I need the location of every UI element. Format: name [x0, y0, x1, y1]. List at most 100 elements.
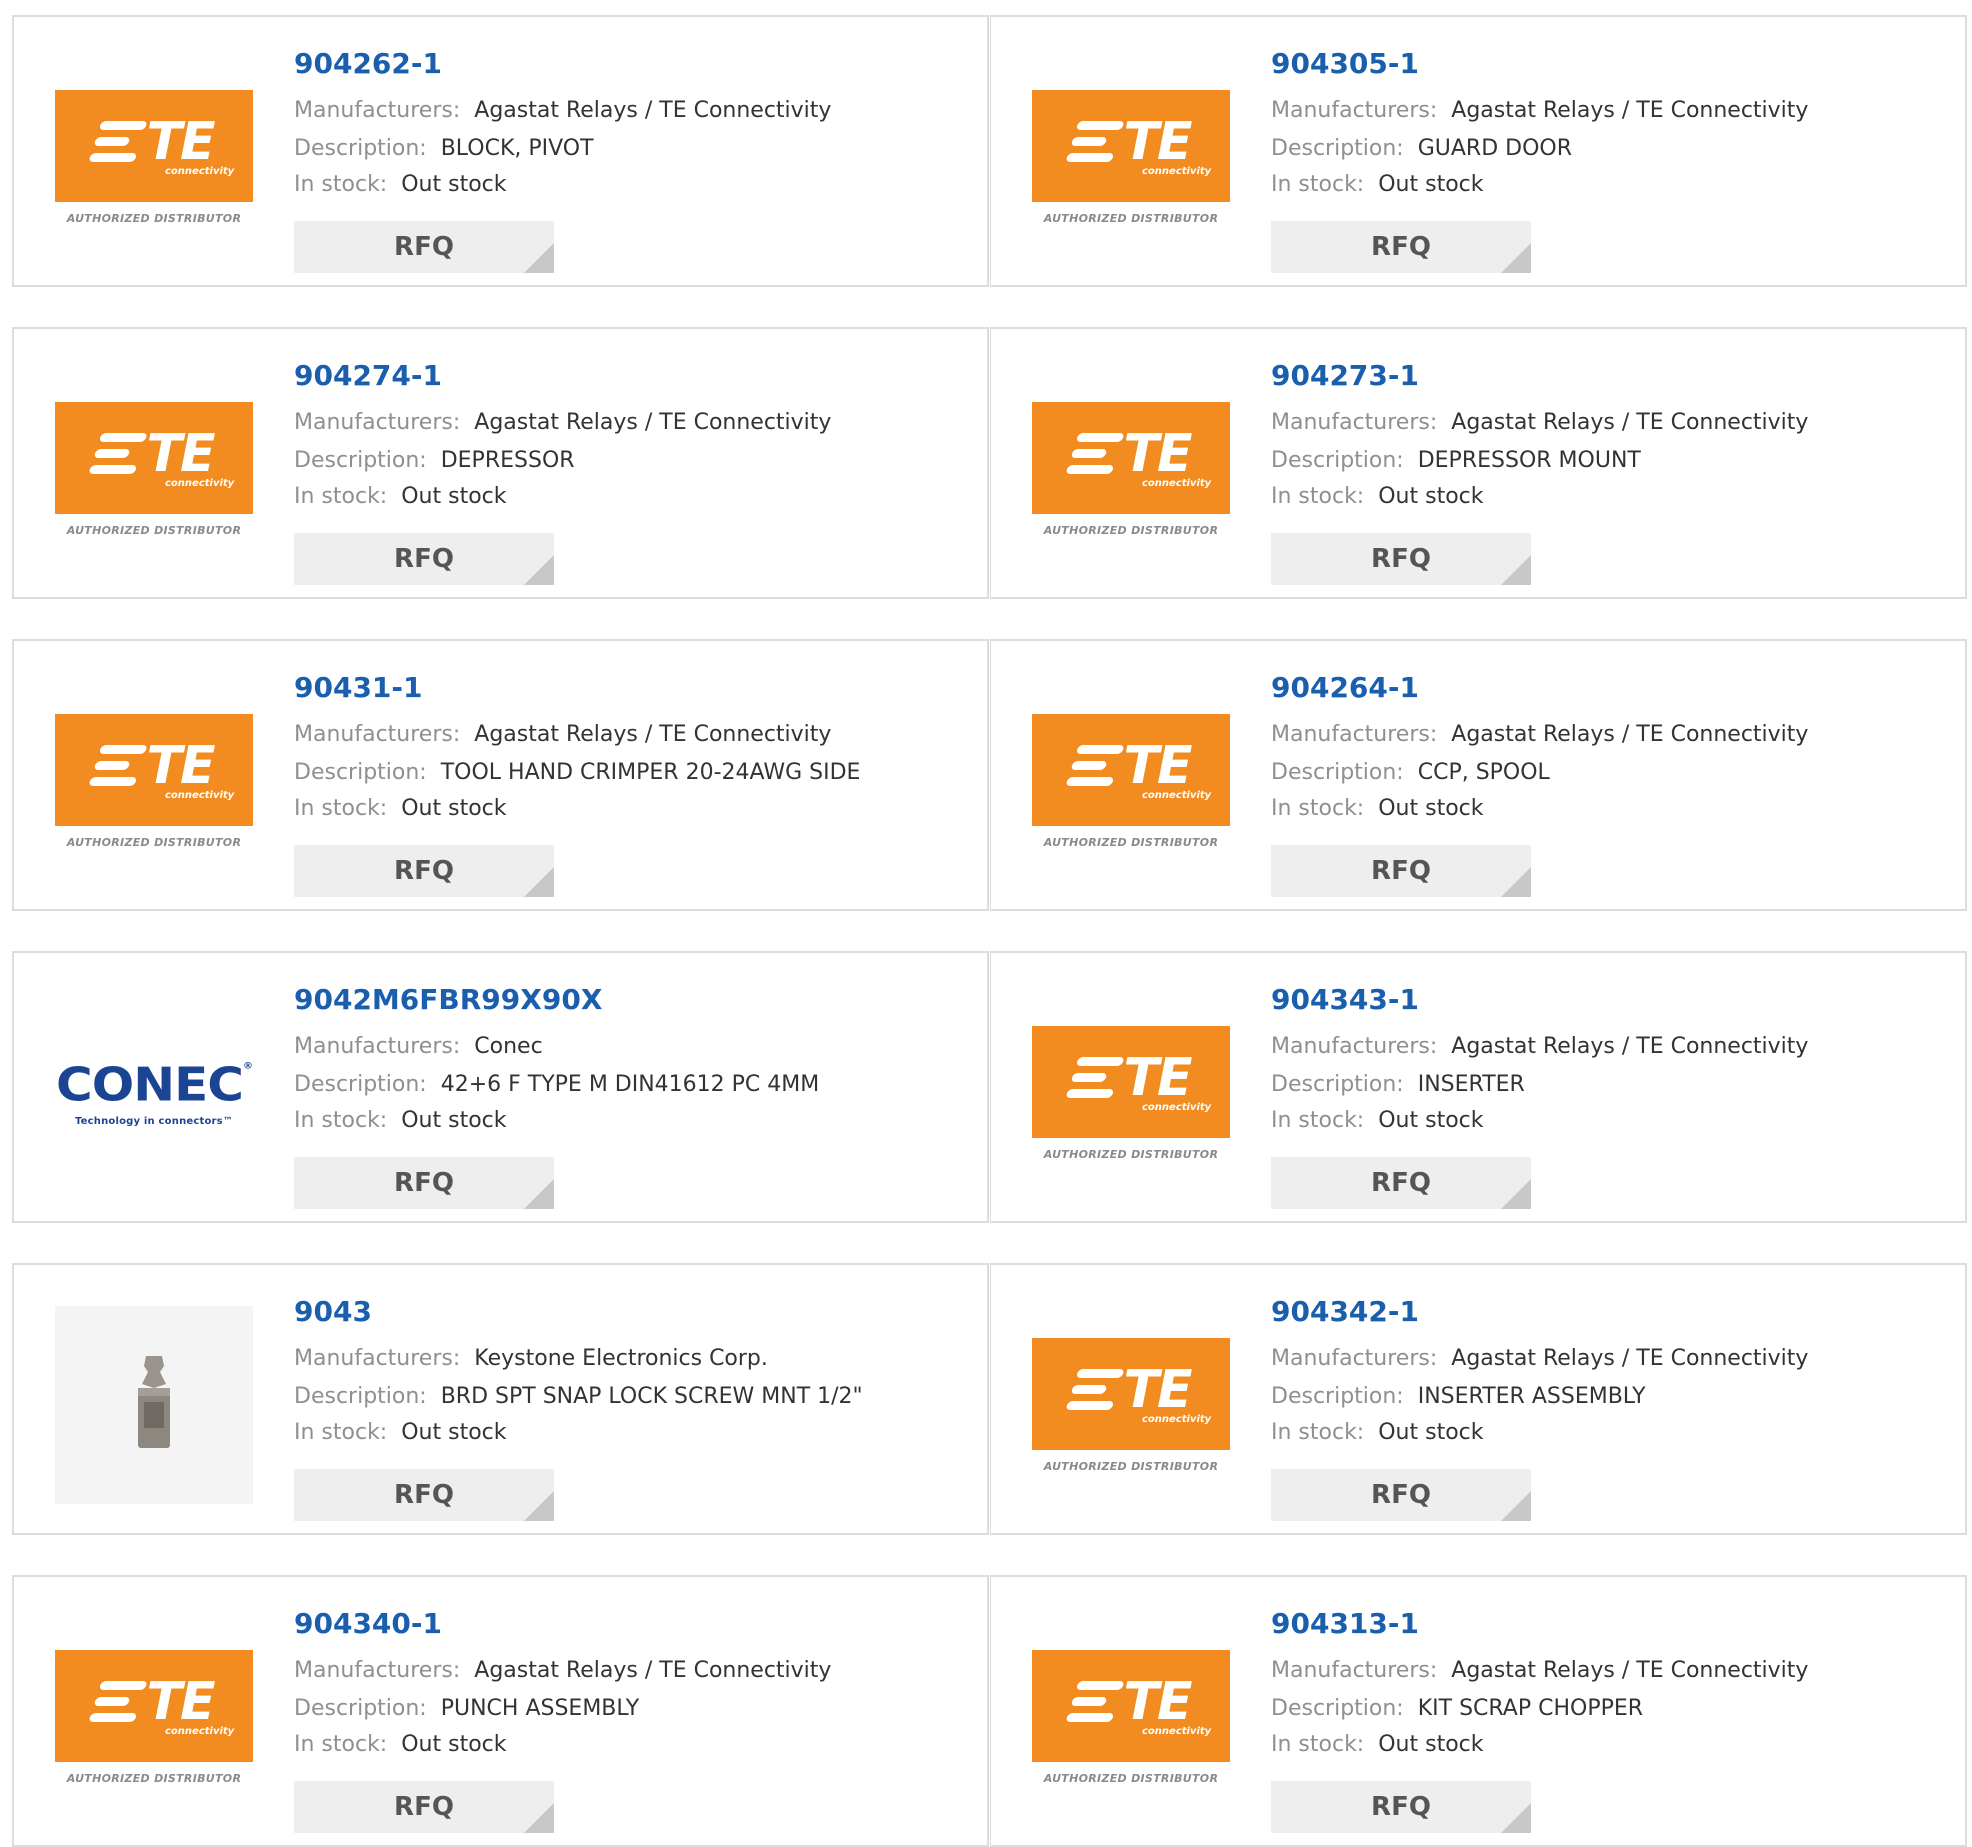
part-number-link[interactable]: 904264-1	[1271, 671, 1419, 704]
stock-label: In stock:	[1271, 172, 1365, 197]
part-number-link[interactable]: 904343-1	[1271, 983, 1419, 1016]
stock-row: In stock: Out stock	[294, 172, 507, 197]
product-card: TE connectivity AUTHORIZED DISTRIBUTOR 9…	[990, 639, 1967, 911]
te-connectivity-logo: TE connectivity	[1032, 401, 1230, 514]
authorized-distributor-text: AUTHORIZED DISTRIBUTOR	[1043, 835, 1219, 849]
te-connectivity-logo: TE connectivity	[1032, 1025, 1230, 1138]
description-value: 42+6 F TYPE M DIN41612 PC 4MM	[440, 1072, 820, 1097]
stock-value: Out stock	[401, 1108, 507, 1133]
manufacturer-value: Agastat Relays / TE Connectivity	[1451, 98, 1809, 123]
corner-triangle-icon	[524, 1491, 554, 1521]
manufacturer-logo: TE connectivity AUTHORIZED DISTRIBUTOR	[1031, 993, 1231, 1193]
manufacturer-label: Manufacturers:	[1271, 1346, 1438, 1371]
rfq-button[interactable]: RFQ	[294, 845, 554, 897]
part-number-link[interactable]: 904340-1	[294, 1607, 442, 1640]
part-number-link[interactable]: 9043	[294, 1295, 372, 1328]
rfq-button[interactable]: RFQ	[294, 221, 554, 273]
description-label: Description:	[1271, 760, 1404, 785]
part-number-link[interactable]: 904305-1	[1271, 47, 1419, 80]
corner-triangle-icon	[524, 1179, 554, 1209]
authorized-distributor-text: AUTHORIZED DISTRIBUTOR	[1043, 523, 1219, 537]
manufacturer-label: Manufacturers:	[1271, 1034, 1438, 1059]
manufacturer-value: Agastat Relays / TE Connectivity	[1451, 1658, 1809, 1683]
part-number-link[interactable]: 904273-1	[1271, 359, 1419, 392]
description-label: Description:	[294, 1384, 427, 1409]
stock-label: In stock:	[1271, 484, 1365, 509]
manufacturer-value: Conec	[474, 1034, 543, 1059]
rfq-button[interactable]: RFQ	[1271, 1469, 1531, 1521]
manufacturer-label: Manufacturers:	[294, 722, 461, 747]
stock-row: In stock: Out stock	[294, 1108, 507, 1133]
rfq-button[interactable]: RFQ	[1271, 533, 1531, 585]
manufacturer-value: Agastat Relays / TE Connectivity	[1451, 1034, 1809, 1059]
description-row: Description: TOOL HAND CRIMPER 20-24AWG S…	[294, 760, 860, 785]
part-number-link[interactable]: 904313-1	[1271, 1607, 1419, 1640]
manufacturer-row: Manufacturers: Agastat Relays / TE Connec…	[294, 1658, 831, 1683]
description-value: INSERTER	[1417, 1072, 1525, 1097]
rfq-button[interactable]: RFQ	[294, 1469, 554, 1521]
te-connectivity-logo: TE connectivity	[55, 1649, 253, 1762]
description-value: GUARD DOOR	[1417, 136, 1572, 161]
part-number-link[interactable]: 9042M6FBR99X90X	[294, 983, 602, 1016]
description-label: Description:	[1271, 136, 1404, 161]
rfq-button[interactable]: RFQ	[294, 533, 554, 585]
stock-row: In stock: Out stock	[294, 1420, 507, 1445]
product-card: TE connectivity AUTHORIZED DISTRIBUTOR 9…	[12, 639, 989, 911]
description-value: TOOL HAND CRIMPER 20-24AWG SIDE	[440, 760, 861, 785]
stock-label: In stock:	[294, 1108, 388, 1133]
description-row: Description: DEPRESSOR MOUNT	[1271, 448, 1641, 473]
stock-value: Out stock	[401, 484, 507, 509]
stock-row: In stock: Out stock	[294, 796, 507, 821]
description-value: BLOCK, PIVOT	[440, 136, 594, 161]
rfq-button[interactable]: RFQ	[1271, 1781, 1531, 1833]
stock-row: In stock: Out stock	[294, 1732, 507, 1757]
part-number-link[interactable]: 904262-1	[294, 47, 442, 80]
stock-value: Out stock	[401, 1420, 507, 1445]
manufacturer-value: Agastat Relays / TE Connectivity	[474, 1658, 832, 1683]
rfq-button[interactable]: RFQ	[1271, 1157, 1531, 1209]
rfq-button[interactable]: RFQ	[294, 1157, 554, 1209]
corner-triangle-icon	[1501, 867, 1531, 897]
product-card: 9043 Manufacturers: Keystone Electronics …	[12, 1263, 989, 1535]
manufacturer-value: Agastat Relays / TE Connectivity	[1451, 1346, 1809, 1371]
description-label: Description:	[1271, 1696, 1404, 1721]
standoff-product-image	[55, 1306, 253, 1504]
manufacturer-label: Manufacturers:	[294, 1658, 461, 1683]
manufacturer-label: Manufacturers:	[294, 1346, 461, 1371]
manufacturer-logo: TE connectivity AUTHORIZED DISTRIBUTOR	[54, 369, 254, 569]
description-label: Description:	[294, 760, 427, 785]
corner-triangle-icon	[1501, 1491, 1531, 1521]
part-number-link[interactable]: 904342-1	[1271, 1295, 1419, 1328]
rfq-button[interactable]: RFQ	[1271, 845, 1531, 897]
stock-value: Out stock	[401, 1732, 507, 1757]
manufacturer-label: Manufacturers:	[294, 410, 461, 435]
manufacturer-logo: TE connectivity AUTHORIZED DISTRIBUTOR	[1031, 681, 1231, 881]
authorized-distributor-text: AUTHORIZED DISTRIBUTOR	[66, 523, 242, 537]
corner-triangle-icon	[524, 1803, 554, 1833]
manufacturer-value: Keystone Electronics Corp.	[474, 1346, 768, 1371]
stock-value: Out stock	[1378, 172, 1484, 197]
description-label: Description:	[294, 448, 427, 473]
part-number-link[interactable]: 90431-1	[294, 671, 423, 704]
manufacturer-row: Manufacturers: Agastat Relays / TE Connec…	[1271, 1346, 1808, 1371]
stock-value: Out stock	[1378, 1108, 1484, 1133]
manufacturer-logo: TE connectivity AUTHORIZED DISTRIBUTOR	[1031, 57, 1231, 257]
description-row: Description: DEPRESSOR	[294, 448, 575, 473]
te-bars-icon	[1064, 1057, 1125, 1098]
manufacturer-label: Manufacturers:	[294, 1034, 461, 1059]
manufacturer-row: Manufacturers: Agastat Relays / TE Connec…	[294, 722, 831, 747]
te-bars-icon	[1064, 1369, 1125, 1410]
product-card: TE connectivity AUTHORIZED DISTRIBUTOR 9…	[12, 1575, 989, 1847]
corner-triangle-icon	[524, 867, 554, 897]
te-bars-icon	[1064, 745, 1125, 786]
description-row: Description: CCP, SPOOL	[1271, 760, 1550, 785]
stock-value: Out stock	[1378, 796, 1484, 821]
rfq-button[interactable]: RFQ	[1271, 221, 1531, 273]
part-number-link[interactable]: 904274-1	[294, 359, 442, 392]
rfq-button[interactable]: RFQ	[294, 1781, 554, 1833]
stock-label: In stock:	[1271, 1420, 1365, 1445]
description-value: INSERTER ASSEMBLY	[1417, 1384, 1646, 1409]
description-row: Description: KIT SCRAP CHOPPER	[1271, 1696, 1643, 1721]
stock-row: In stock: Out stock	[1271, 1420, 1484, 1445]
manufacturer-row: Manufacturers: Agastat Relays / TE Connec…	[1271, 98, 1808, 123]
